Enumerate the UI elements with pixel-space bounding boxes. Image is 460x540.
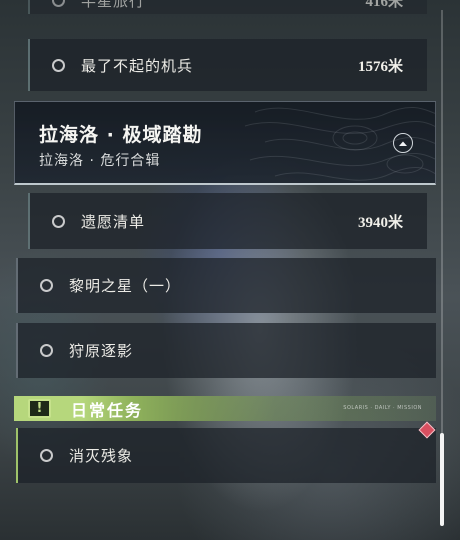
daily-tasks-tag: SOLARIS · DAILY · MISSION xyxy=(343,405,422,411)
quest-status-circle-icon xyxy=(40,344,53,357)
collapse-button[interactable] xyxy=(393,133,413,153)
quest-name: 最了不起的机兵 xyxy=(81,56,194,75)
quest-distance: 3940米 xyxy=(357,214,403,231)
quest-item-partial[interactable]: 半星旅行 416米 xyxy=(28,0,427,14)
quest-name: 遗愿清单 xyxy=(81,212,146,231)
quest-name: 黎明之星（一） xyxy=(69,277,182,295)
quest-status-circle-icon xyxy=(52,58,65,72)
scrollbar-thumb[interactable] xyxy=(440,433,444,526)
quest-name: 狩原逐影 xyxy=(69,342,134,360)
chevron-up-icon xyxy=(399,141,407,146)
daily-tasks-label: 日常任务 xyxy=(71,400,144,420)
quest-item-bucket-list[interactable]: 遗愿清单 3940米 xyxy=(28,193,427,249)
quest-distance: 416米 xyxy=(365,0,403,10)
quest-status-circle-icon xyxy=(52,0,65,7)
quest-item-mechanical-soldier[interactable]: 最了不起的机兵 1576米 xyxy=(28,39,427,91)
quest-status-circle-icon xyxy=(40,449,53,462)
quest-status-circle-icon xyxy=(40,279,53,292)
region-title: 拉海洛 · 极域踏勘 xyxy=(39,124,203,146)
quest-status-circle-icon xyxy=(52,214,65,228)
region-subtitle: 拉海洛 · 危行合辑 xyxy=(39,153,161,169)
quest-name: 半星旅行 xyxy=(81,0,146,10)
region-header-rahelo[interactable]: 拉海洛 · 极域踏勘 拉海洛 · 危行合辑 xyxy=(14,101,436,185)
quest-item-hunting-shadows[interactable]: 狩原逐影 xyxy=(16,323,436,378)
quest-name: 消灭残象 xyxy=(69,447,134,465)
quest-distance: 1576米 xyxy=(357,58,403,75)
alert-icon: ! xyxy=(28,399,51,418)
quest-item-dawn-star[interactable]: 黎明之星（一） xyxy=(16,258,436,313)
quest-item-eliminate-echoes[interactable]: 消灭残象 xyxy=(16,428,436,483)
daily-tasks-header[interactable]: ! 日常任务 SOLARIS · DAILY · MISSION xyxy=(14,396,436,421)
